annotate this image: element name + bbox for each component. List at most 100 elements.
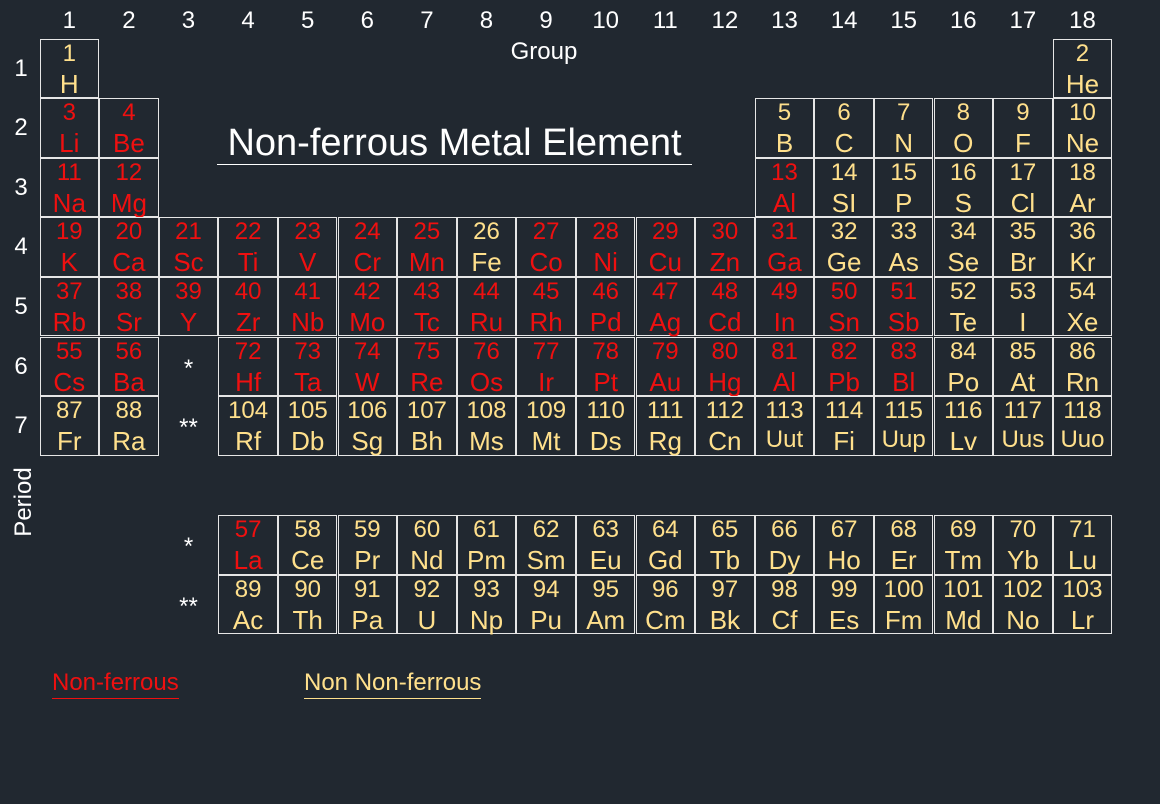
element-symbol: Tc	[413, 306, 440, 337]
atomic-number: 88	[115, 397, 143, 425]
element-symbol: Zr	[235, 306, 261, 337]
atomic-number: 102	[1002, 575, 1043, 603]
element-symbol: Li	[59, 128, 80, 159]
element-symbol: Fm	[884, 604, 923, 635]
atomic-number: 11	[56, 158, 82, 186]
atomic-number: 104	[228, 397, 269, 425]
element-cell: 24 Cr	[337, 217, 398, 278]
element-symbol: Ge	[826, 247, 862, 278]
element-symbol: N	[894, 128, 914, 159]
element-cell: 34 Se	[933, 217, 994, 277]
element-symbol: He	[1065, 68, 1100, 99]
element-cell: 107 Bh	[397, 396, 457, 456]
group-number: 4	[241, 7, 255, 34]
element-cell: 26 Fe	[456, 217, 517, 277]
atomic-number: 89	[234, 575, 262, 603]
element-symbol: In	[773, 306, 796, 337]
element-cell: 10 Ne	[1052, 98, 1113, 159]
element-symbol: Uus	[1001, 426, 1045, 454]
element-cell: 106 Sg	[337, 396, 398, 456]
atomic-number: 33	[890, 218, 918, 246]
element-cell: 11 Na	[39, 157, 100, 218]
atomic-number: 50	[830, 277, 858, 305]
atomic-number: 56	[115, 337, 143, 365]
atomic-number: 20	[115, 218, 143, 246]
group-number: 10	[592, 7, 620, 34]
atomic-number: 86	[1069, 337, 1096, 365]
atomic-number: 25	[413, 218, 441, 246]
element-cell: 116 Lv	[933, 396, 994, 457]
group-number: 1	[62, 7, 76, 34]
element-symbol: Cr	[353, 247, 382, 278]
element-symbol: H	[59, 68, 79, 99]
element-cell: 17 Cl	[993, 157, 1053, 218]
element-cell: 92 U	[397, 574, 457, 635]
element-symbol: Bl	[892, 366, 916, 397]
element-cell: 6C	[814, 98, 874, 158]
element-cell: 8O	[933, 98, 994, 158]
atomic-number: 24	[353, 218, 381, 246]
atomic-number: 27	[532, 218, 560, 246]
group-number: 2	[122, 7, 136, 34]
element-cell: 7N	[873, 98, 934, 159]
atomic-number: 39	[175, 277, 202, 305]
element-symbol: Zn	[709, 247, 741, 278]
atomic-number: 17	[1009, 158, 1037, 186]
element-cell: 91 Pa	[337, 574, 398, 635]
atomic-number: 7	[897, 99, 911, 127]
element-cell: 15 P	[873, 157, 934, 218]
element-cell: 12 Mg	[99, 157, 159, 218]
atomic-number: 103	[1062, 575, 1103, 603]
atomic-number: 44	[473, 277, 500, 305]
element-cell: 23 V	[277, 217, 338, 277]
atomic-number: 16	[949, 158, 977, 186]
element-symbol: Ne	[1065, 128, 1100, 159]
element-symbol: Ru	[469, 306, 504, 337]
atomic-number: 117	[1003, 397, 1043, 425]
element-symbol: Am	[586, 604, 626, 635]
element-symbol: Cs	[53, 366, 86, 397]
group-number: 16	[949, 7, 977, 34]
atomic-number: 77	[532, 337, 560, 365]
atomic-number: 65	[711, 516, 739, 543]
atomic-number: 26	[473, 218, 500, 246]
element-symbol: Rh	[529, 306, 563, 337]
atomic-number: 48	[711, 277, 739, 305]
atomic-number: 98	[771, 575, 798, 603]
element-symbol: F	[1014, 128, 1031, 159]
element-cell: 97 Bk	[695, 574, 755, 635]
element-cell: 109 Mt	[516, 396, 576, 456]
element-cell: 63 Eu	[575, 515, 636, 575]
atomic-number: 118	[1063, 397, 1102, 425]
element-symbol: Lv	[949, 426, 978, 457]
element-symbol: Ms	[469, 426, 504, 457]
element-symbol: B	[775, 128, 794, 159]
atomic-number: 38	[115, 277, 143, 305]
atomic-number: 62	[532, 516, 560, 543]
element-symbol: Po	[947, 366, 980, 397]
group-number: 6	[360, 7, 374, 34]
element-cell: 44 Ru	[456, 276, 517, 337]
element-cell: 4 Be	[99, 98, 159, 158]
atomic-number: 36	[1069, 218, 1096, 246]
group-number: 15	[890, 7, 918, 34]
element-symbol: Db	[291, 426, 325, 457]
element-symbol: Mt	[531, 426, 561, 457]
element-symbol: Pd	[589, 306, 622, 337]
element-cell: 31 Ga	[754, 217, 815, 277]
element-symbol: Yb	[1006, 545, 1039, 575]
element-cell: 78 Pt	[575, 336, 636, 397]
atomic-number: 46	[592, 277, 620, 305]
element-symbol: Cu	[648, 247, 682, 278]
element-cell: 111 Rg	[635, 396, 696, 456]
element-symbol: Ho	[827, 545, 861, 575]
element-cell: 77 Ir	[516, 336, 576, 397]
atomic-number: 40	[234, 277, 262, 305]
atomic-number: 53	[1009, 277, 1037, 305]
group-number: 14	[830, 7, 858, 34]
element-symbol: Pb	[828, 366, 860, 397]
element-cell: 16 S	[933, 157, 994, 218]
element-symbol: Tb	[709, 545, 741, 575]
atomic-number: 8	[956, 99, 970, 127]
element-cell: 48 Cd	[695, 276, 755, 337]
